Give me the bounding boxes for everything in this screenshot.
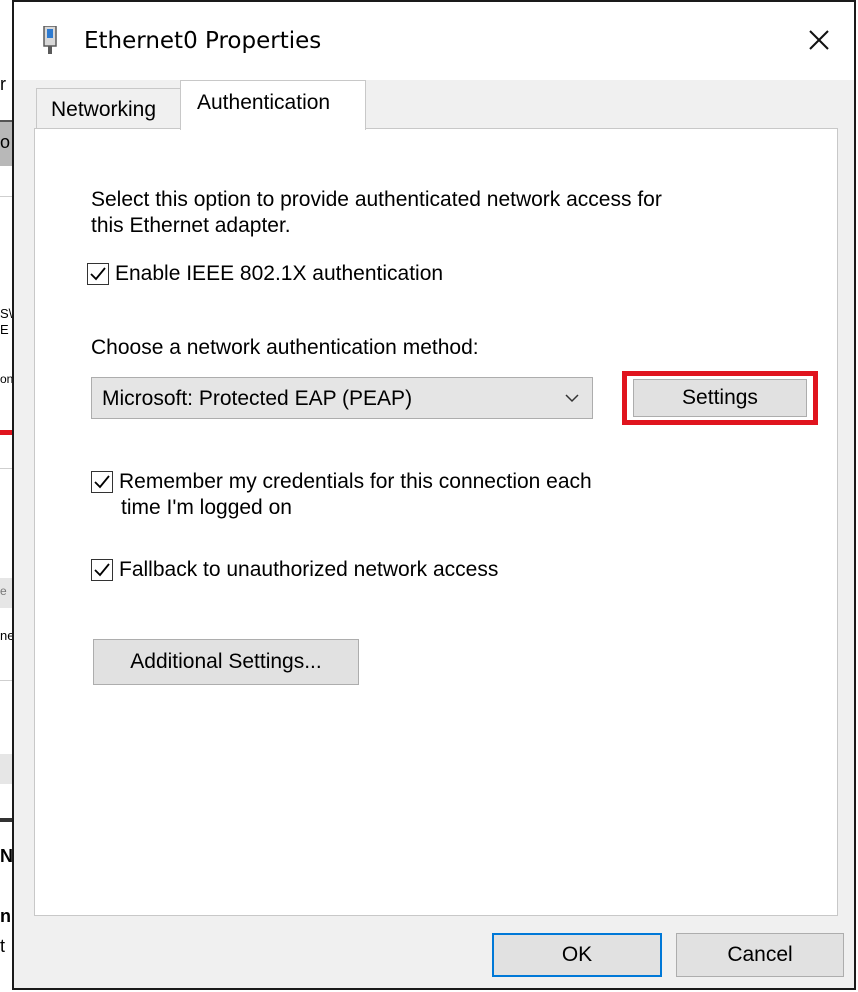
remember-credentials-label-line-2: time I'm logged on bbox=[121, 496, 292, 519]
network-adapter-icon bbox=[43, 26, 57, 54]
method-label: Choose a network authentication method: bbox=[91, 336, 479, 359]
fallback-checkbox-row[interactable]: Fallback to unauthorized network access bbox=[91, 557, 498, 583]
authentication-method-selected: Microsoft: Protected EAP (PEAP) bbox=[102, 387, 413, 410]
remember-credentials-checkbox[interactable] bbox=[91, 471, 113, 493]
remember-credentials-checkbox-row[interactable]: Remember my credentials for this connect… bbox=[91, 469, 592, 521]
enable-8021x-checkbox[interactable] bbox=[87, 263, 109, 285]
fallback-checkbox[interactable] bbox=[91, 559, 113, 581]
checkmark-icon bbox=[90, 267, 106, 281]
authentication-method-dropdown[interactable]: Microsoft: Protected EAP (PEAP) bbox=[91, 377, 593, 419]
enable-8021x-label: Enable IEEE 802.1X authentication bbox=[115, 262, 444, 285]
title-bar[interactable]: Ethernet0 Properties bbox=[14, 2, 854, 80]
close-icon bbox=[809, 30, 829, 50]
dialog-title: Ethernet0 Properties bbox=[84, 28, 322, 54]
remember-credentials-label: Remember my credentials for this connect… bbox=[119, 469, 592, 521]
checkmark-icon bbox=[94, 563, 110, 577]
tab-networking[interactable]: Networking bbox=[36, 88, 182, 128]
tab-authentication[interactable]: Authentication bbox=[180, 80, 366, 130]
chevron-down-icon bbox=[565, 394, 579, 403]
ok-button[interactable]: OK bbox=[492, 933, 662, 977]
properties-dialog: Ethernet0 Properties Networking Authenti… bbox=[12, 0, 856, 990]
checkmark-icon bbox=[94, 475, 110, 489]
settings-button[interactable]: Settings bbox=[633, 379, 807, 417]
fallback-label: Fallback to unauthorized network access bbox=[119, 558, 499, 581]
cancel-button[interactable]: Cancel bbox=[676, 933, 844, 977]
close-button[interactable] bbox=[784, 10, 854, 70]
authentication-panel: Select this option to provide authentica… bbox=[34, 128, 838, 916]
description-line-2: this Ethernet adapter. bbox=[91, 214, 291, 237]
description-line-1: Select this option to provide authentica… bbox=[91, 188, 662, 211]
additional-settings-button[interactable]: Additional Settings... bbox=[93, 639, 359, 685]
enable-8021x-checkbox-row[interactable]: Enable IEEE 802.1X authentication bbox=[87, 261, 443, 286]
remember-credentials-label-line-1: Remember my credentials for this connect… bbox=[119, 470, 592, 493]
